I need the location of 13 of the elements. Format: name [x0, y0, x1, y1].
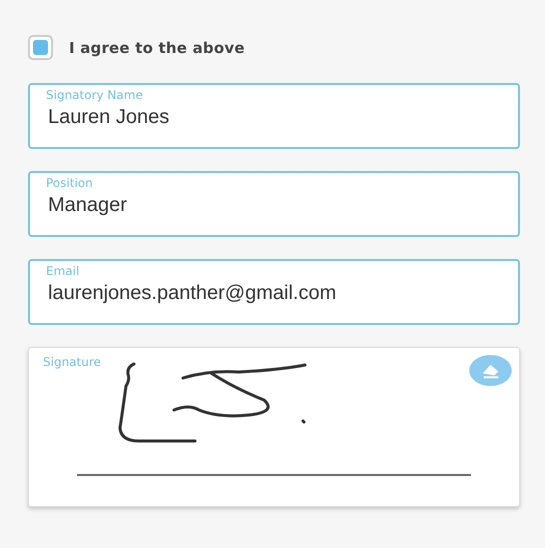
input-field[interactable]: Position Manager [28, 171, 520, 237]
field-label: Signatory Name [46, 88, 144, 102]
input-field[interactable]: Email laurenjones.panther@gmail.com [28, 259, 520, 325]
field-value: Lauren Jones [48, 106, 170, 129]
input-field[interactable]: Signatory Name Lauren Jones [28, 83, 520, 149]
field-value: Manager [48, 194, 128, 217]
eraser-icon[interactable] [469, 355, 512, 386]
field-value: laurenjones.panther@gmail.com [48, 282, 338, 305]
field-label: Email [46, 264, 80, 278]
field-label: Position [46, 176, 94, 190]
field-label: Signature [43, 355, 101, 369]
checkbox-label: I agree to the above [69, 38, 245, 56]
checkbox[interactable] [28, 35, 53, 60]
